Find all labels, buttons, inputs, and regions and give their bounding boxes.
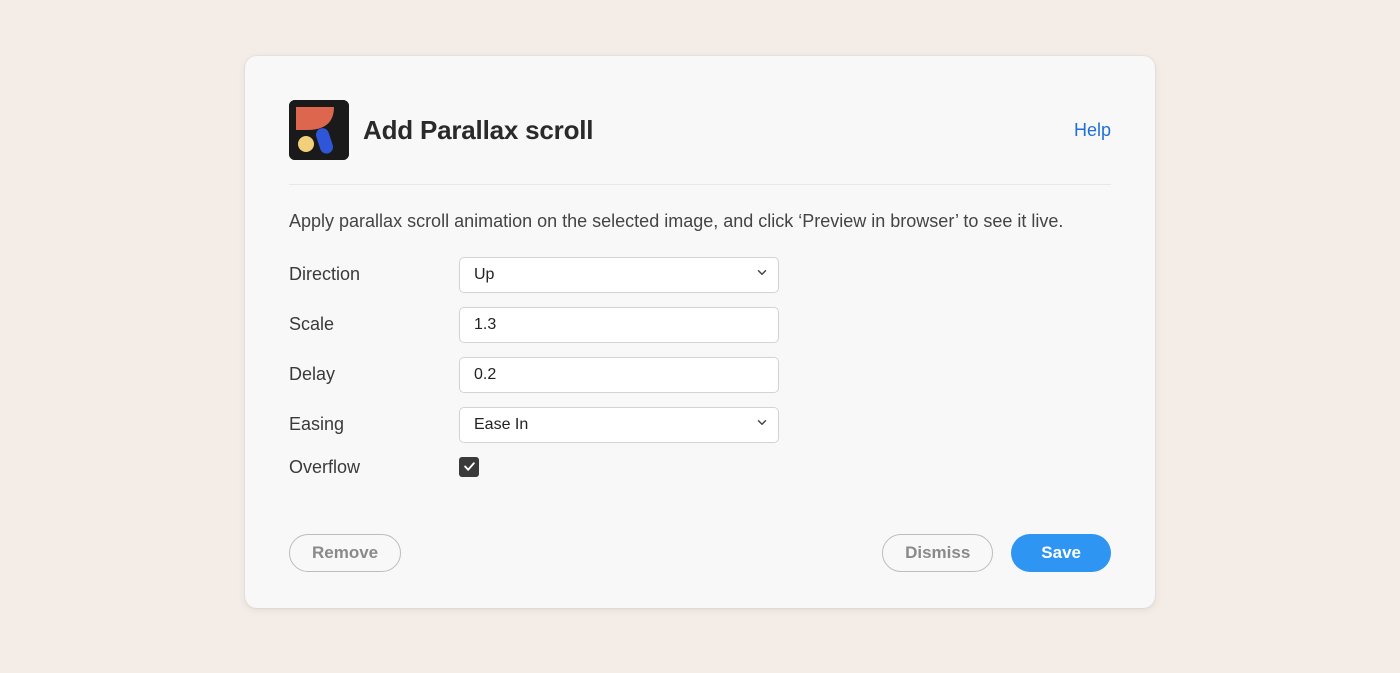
remove-button[interactable]: Remove <box>289 534 401 572</box>
header-left: Add Parallax scroll <box>289 100 593 160</box>
row-scale: Scale <box>289 307 1111 343</box>
control-scale <box>459 307 779 343</box>
app-icon <box>289 100 349 160</box>
dialog-description: Apply parallax scroll animation on the s… <box>289 185 1111 257</box>
scale-input[interactable] <box>459 307 779 343</box>
overflow-checkbox[interactable] <box>459 457 479 477</box>
dismiss-button[interactable]: Dismiss <box>882 534 993 572</box>
control-easing: Ease In <box>459 407 779 443</box>
help-link[interactable]: Help <box>1074 120 1111 141</box>
row-easing: Easing Ease In <box>289 407 1111 443</box>
row-direction: Direction Up <box>289 257 1111 293</box>
label-scale: Scale <box>289 314 459 335</box>
parallax-dialog: Add Parallax scroll Help Apply parallax … <box>245 56 1155 608</box>
footer-right: Dismiss Save <box>882 534 1111 572</box>
row-delay: Delay <box>289 357 1111 393</box>
dialog-footer: Remove Dismiss Save <box>289 534 1111 572</box>
save-button[interactable]: Save <box>1011 534 1111 572</box>
dialog-header: Add Parallax scroll Help <box>289 100 1111 185</box>
control-delay <box>459 357 779 393</box>
label-easing: Easing <box>289 414 459 435</box>
row-overflow: Overflow <box>289 457 1111 479</box>
settings-form: Direction Up Scale Delay Easing Ease <box>289 257 1111 479</box>
delay-input[interactable] <box>459 357 779 393</box>
easing-select[interactable]: Ease In <box>459 407 779 443</box>
label-overflow: Overflow <box>289 457 459 478</box>
label-delay: Delay <box>289 364 459 385</box>
label-direction: Direction <box>289 264 459 285</box>
dialog-title: Add Parallax scroll <box>363 115 593 146</box>
control-overflow <box>459 457 479 479</box>
direction-select[interactable]: Up <box>459 257 779 293</box>
control-direction: Up <box>459 257 779 293</box>
